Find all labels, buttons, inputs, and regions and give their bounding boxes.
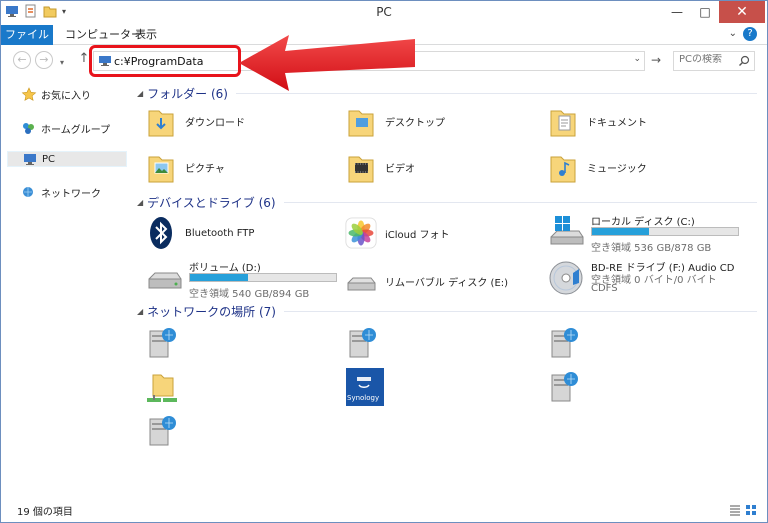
network-icon xyxy=(23,187,33,197)
back-button[interactable]: ← xyxy=(13,51,31,69)
sidebar-item-label: ホームグループ xyxy=(41,124,111,136)
status-bar: 19 個の項目 xyxy=(1,498,767,522)
homegroup-icon xyxy=(23,123,34,134)
maximize-button[interactable]: □ xyxy=(691,1,719,23)
desktop-folder-icon xyxy=(348,110,374,137)
group-header-folders[interactable]: ◢ フォルダー (6) xyxy=(133,85,757,101)
music-folder-icon xyxy=(550,156,576,183)
sidebar-item-homegroup[interactable]: ホームグループ xyxy=(7,119,110,137)
network-folder-icon[interactable] xyxy=(145,369,179,407)
drive-item-volume-d[interactable]: ボリューム (D:) 空き領域 540 GB/894 GB xyxy=(145,259,345,301)
tab-view[interactable]: 表示 xyxy=(125,25,167,45)
drive-item-icloud-photos[interactable]: iCloud フォト xyxy=(345,215,450,251)
sidebar-item-pc[interactable]: PC xyxy=(7,151,127,167)
star-icon xyxy=(21,87,37,101)
disk-usage-fill xyxy=(190,274,249,281)
videos-folder-icon xyxy=(348,156,374,183)
large-icons-view-icon[interactable] xyxy=(745,504,757,516)
chevron-down-icon[interactable]: ◢ xyxy=(137,307,143,316)
chevron-down-icon[interactable]: ◢ xyxy=(137,89,143,98)
documents-folder-icon xyxy=(550,110,576,137)
group-header-network-locations[interactable]: ◢ ネットワークの場所 (7) xyxy=(133,303,757,319)
network-server-icon[interactable] xyxy=(147,413,179,449)
volume-disk-icon xyxy=(148,272,182,289)
folder-item-documents[interactable]: ドキュメント xyxy=(547,103,647,139)
network-server-icon[interactable] xyxy=(549,369,581,405)
sidebar-item-label: お気に入り xyxy=(41,90,91,102)
annotation-highlight-box xyxy=(89,45,241,77)
chevron-down-icon[interactable]: ⌄ xyxy=(633,54,641,64)
pc-icon xyxy=(24,154,36,165)
close-button[interactable]: ✕ xyxy=(719,1,765,23)
go-button[interactable]: → xyxy=(648,53,664,69)
window-controls: — □ ✕ xyxy=(663,1,765,23)
forward-button[interactable]: → xyxy=(35,51,53,69)
content-pane: ◢ フォルダー (6) ダウンロード デスクトップ ドキュメント ピクチャ ビデ… xyxy=(133,77,757,497)
disk-usage-bar xyxy=(591,227,739,236)
network-server-icon[interactable] xyxy=(147,325,179,361)
tab-file[interactable]: ファイル xyxy=(1,25,53,45)
view-switcher xyxy=(729,504,757,516)
chevron-down-icon[interactable]: ◢ xyxy=(137,198,143,207)
drive-item-local-c[interactable]: ローカル ディスク (C:) 空き領域 536 GB/878 GB xyxy=(547,213,747,255)
removable-disk-icon xyxy=(347,277,376,291)
details-view-icon[interactable] xyxy=(729,504,741,516)
window-title: PC xyxy=(376,5,392,19)
bluetooth-icon xyxy=(150,217,172,249)
folder-item-downloads[interactable]: ダウンロード xyxy=(145,103,245,139)
search-box[interactable] xyxy=(673,51,755,71)
recent-locations-button[interactable]: ▾ xyxy=(57,55,67,73)
downloads-folder-icon xyxy=(148,110,174,137)
folder-item-pictures[interactable]: ピクチャ xyxy=(145,149,225,185)
disk-usage-bar xyxy=(189,273,337,282)
drive-item-bluetooth[interactable]: Bluetooth FTP xyxy=(145,215,254,251)
icloud-photos-icon xyxy=(345,217,377,249)
sidebar-item-network[interactable]: ネットワーク xyxy=(7,183,101,201)
help-icon[interactable]: ? xyxy=(743,27,757,41)
folder-item-desktop[interactable]: デスクトップ xyxy=(345,103,445,139)
sidebar-item-favorites[interactable]: お気に入り xyxy=(7,85,91,103)
pictures-folder-icon xyxy=(148,156,174,183)
search-input[interactable] xyxy=(679,54,739,65)
disk-usage-fill xyxy=(592,228,649,235)
sidebar-item-label: ネットワーク xyxy=(41,188,101,200)
title-bar: ▾ PC — □ ✕ xyxy=(1,1,767,25)
drive-item-removable-e[interactable]: リムーバブル ディスク (E:) xyxy=(345,263,508,299)
explorer-window: ▾ PC — □ ✕ ファイル コンピューター 表示 ⌄ ? ← → ▾ ↑ ⌄… xyxy=(0,0,768,523)
chevron-down-icon[interactable]: ⌄ xyxy=(729,28,737,39)
network-item-synology[interactable]: Synology xyxy=(345,367,385,407)
local-disk-icon xyxy=(550,216,584,245)
network-server-icon[interactable] xyxy=(347,325,379,361)
minimize-button[interactable]: — xyxy=(663,1,691,23)
search-icon[interactable] xyxy=(738,55,750,67)
item-count: 19 個の項目 xyxy=(17,507,73,518)
sidebar-item-label: PC xyxy=(42,153,56,165)
drive-item-bd-re-f[interactable]: BD-RE ドライブ (F:) Audio CD 空き領域 0 バイト/0 バイ… xyxy=(547,259,747,309)
group-header-drives[interactable]: ◢ デバイスとドライブ (6) xyxy=(133,194,757,210)
network-server-icon[interactable] xyxy=(549,325,581,361)
folder-item-videos[interactable]: ビデオ xyxy=(345,149,415,185)
navigation-pane: お気に入り ホームグループ PC ネットワーク xyxy=(1,77,131,497)
folder-item-music[interactable]: ミュージック xyxy=(547,149,647,185)
bd-drive-icon xyxy=(549,261,583,295)
